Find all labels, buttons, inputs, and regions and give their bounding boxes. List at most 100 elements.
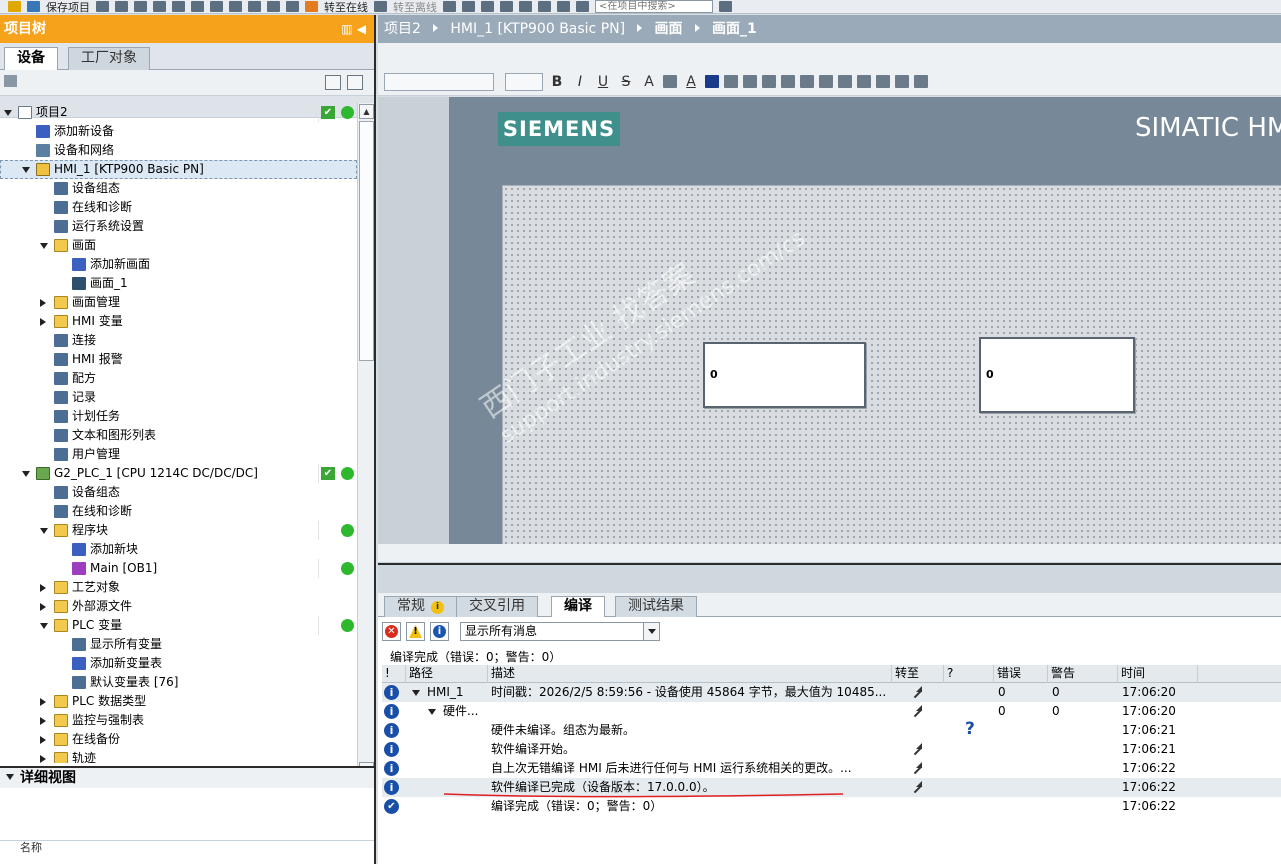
screen-canvas[interactable]: SIEMENS SIMATIC HM 0 0 [378, 97, 1281, 544]
tree-item[interactable]: 程序块 [0, 521, 357, 540]
format-painter-icon[interactable] [876, 75, 890, 88]
tree-item[interactable]: PLC 变量 [0, 616, 357, 635]
tree-item[interactable]: 在线和诊断 [0, 198, 357, 217]
search-icon[interactable] [719, 1, 732, 12]
tree-item[interactable]: 工艺对象 [0, 578, 357, 597]
goto-arrow-icon[interactable] [911, 705, 923, 717]
expand-arrow-icon[interactable] [4, 110, 12, 116]
tree-item[interactable]: 运行系统设置 [0, 217, 357, 236]
io-field-1[interactable]: 0 [703, 342, 866, 408]
screen-work-area[interactable]: 0 0 [502, 185, 1281, 544]
close-icon[interactable] [500, 1, 513, 12]
expand-arrow-icon[interactable] [40, 623, 48, 629]
tab-devices[interactable]: 设备 [4, 47, 58, 71]
col-severity[interactable]: ! [382, 665, 406, 683]
collapse-arrow-icon[interactable] [40, 299, 46, 307]
accessible-devices-icon[interactable] [443, 1, 456, 12]
collapse-arrow-icon[interactable] [40, 755, 46, 763]
tree-item[interactable]: 画面 [0, 236, 357, 255]
tab-test-results[interactable]: 测试结果 [615, 596, 697, 617]
collapse-arrow-icon[interactable] [40, 698, 46, 706]
italic-icon[interactable]: I [571, 74, 589, 90]
font-color-icon[interactable]: A [682, 74, 700, 90]
stop-cpu-icon[interactable] [481, 1, 494, 12]
col-time[interactable]: 时间 [1118, 665, 1198, 683]
tree-item[interactable]: 连接 [0, 331, 357, 350]
expand-arrow-icon[interactable] [40, 243, 48, 249]
breadcrumb-device[interactable]: HMI_1 [KTP900 Basic PN] [450, 21, 625, 37]
help-icon[interactable]: ? [965, 720, 975, 739]
chevron-down-icon[interactable] [643, 623, 659, 640]
collapse-arrow-icon[interactable] [40, 584, 46, 592]
paste-icon[interactable] [153, 1, 166, 12]
align-objects-icon[interactable] [819, 75, 833, 88]
tree-item[interactable]: 设备组态 [0, 179, 357, 198]
tree-item[interactable]: 文本和图形列表 [0, 426, 357, 445]
copy-icon[interactable] [134, 1, 147, 12]
tree-item[interactable]: HMI_1 [KTP900 Basic PN] [0, 160, 357, 179]
col-path[interactable]: 路径 [406, 665, 488, 683]
table-row[interactable]: ✔ 编译完成（错误：0；警告：0） 17:06:22 [382, 797, 1281, 816]
tree-item[interactable]: 配方 [0, 369, 357, 388]
collapse-panel-icon[interactable]: ▥ ◀ [341, 15, 366, 43]
breadcrumb-screens[interactable]: 画面 [655, 21, 683, 37]
expand-arrow-icon[interactable] [22, 471, 30, 477]
table-row[interactable]: i 软件编译开始。 17:06:21 [382, 740, 1281, 759]
underline-icon[interactable]: U [594, 74, 612, 90]
same-size-icon[interactable] [857, 75, 871, 88]
detail-view-header[interactable]: 详细视图 [0, 766, 374, 788]
download-icon[interactable] [248, 1, 261, 12]
table-row[interactable]: i 硬件未编译。组态为最新。? 17:06:21 [382, 720, 1281, 740]
print-icon[interactable] [96, 1, 109, 12]
table-row[interactable]: i 自上次无错编译 HMI 后未进行任何与 HMI 运行系统相关的更改。... 17… [382, 759, 1281, 778]
line-style-icon[interactable] [743, 75, 757, 88]
window-icon[interactable] [557, 1, 570, 12]
collapse-arrow-icon[interactable] [40, 603, 46, 611]
table-row[interactable]: i HMI_1 时间戳：2026/2/5 8:59:56 - 设备使用 45864 … [382, 683, 1281, 702]
collapse-arrow-icon[interactable] [40, 717, 46, 725]
goto-arrow-icon[interactable] [911, 762, 923, 774]
split-vertical-icon[interactable] [538, 1, 551, 12]
compile-icon[interactable] [229, 1, 242, 12]
project-search-input[interactable] [595, 0, 713, 13]
save-project-button[interactable]: 保存项目 [46, 0, 90, 15]
line-color-icon[interactable] [724, 75, 738, 88]
distribute-icon[interactable] [838, 75, 852, 88]
io-field-2[interactable]: 0 [979, 337, 1135, 413]
undo-icon[interactable] [191, 1, 204, 12]
tab-compile[interactable]: 编译 [551, 596, 605, 618]
collapse-arrow-icon[interactable] [40, 736, 46, 744]
start-cpu-icon[interactable] [462, 1, 475, 12]
tree-item[interactable]: HMI 报警 [0, 350, 357, 369]
tree-item[interactable]: 添加新变量表 [0, 654, 357, 673]
go-offline-button[interactable]: 转至离线 [393, 0, 437, 15]
tree-item[interactable]: 添加新块 [0, 540, 357, 559]
goto-arrow-icon[interactable] [911, 743, 923, 755]
expand-arrow-icon[interactable] [428, 709, 436, 715]
tab-general[interactable]: 常规 i [384, 596, 457, 617]
font-name-select[interactable] [384, 72, 494, 91]
tree-item[interactable]: PLC 数据类型 [0, 692, 357, 711]
go-online-button[interactable]: 转至在线 [324, 0, 368, 15]
tree-item[interactable]: 计划任务 [0, 407, 357, 426]
new-project-icon[interactable] [8, 1, 21, 12]
delete-icon[interactable] [172, 1, 185, 12]
tree-item[interactable]: 设备组态 [0, 483, 357, 502]
tree-item[interactable]: 监控与强制表 [0, 711, 357, 730]
strikethrough-icon[interactable]: S [617, 74, 635, 90]
message-filter-select[interactable]: 显示所有消息 [460, 622, 660, 641]
tree-item[interactable]: G2_PLC_1 [CPU 1214C DC/DC/DC] ✔ [0, 464, 357, 483]
tree-item[interactable]: 用户管理 [0, 445, 357, 464]
save-icon[interactable] [27, 1, 40, 12]
tree-item[interactable]: 外部源文件 [0, 597, 357, 616]
tab-cross-reference[interactable]: 交叉引用 [456, 596, 538, 617]
tree-item[interactable]: 在线和诊断 [0, 502, 357, 521]
scroll-up-icon[interactable]: ▲ [359, 104, 374, 119]
tree-item[interactable]: 添加新设备 [0, 122, 357, 141]
table-row[interactable]: i 硬件... 0 0 17:06:20 [382, 702, 1281, 721]
overview-icon[interactable] [347, 75, 363, 90]
tree-item[interactable]: 轨迹 [0, 749, 357, 763]
zoom-icon[interactable] [914, 75, 928, 88]
font-size-select[interactable] [505, 72, 543, 91]
fill-color-icon[interactable] [705, 75, 719, 88]
